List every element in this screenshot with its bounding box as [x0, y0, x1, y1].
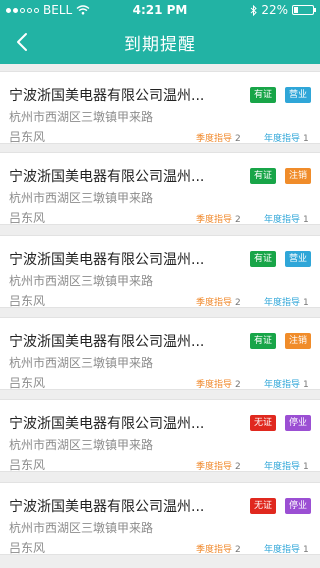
carrier-group: BELL [6, 3, 90, 17]
status-tag: 注销 [285, 333, 311, 349]
quarter-guidance: 季度指导 2 [196, 298, 241, 308]
license-tag: 无证 [250, 415, 276, 431]
license-tag: 有证 [250, 168, 276, 184]
battery-icon [292, 5, 316, 15]
company-address: 杭州市西湖区三墩镇甲来路 [9, 274, 154, 288]
battery-group: 22% [250, 3, 316, 17]
signal-icon [6, 7, 39, 13]
company-name: 宁波浙国美电器有限公司温州... [9, 252, 205, 268]
company-address: 杭州市西湖区三墩镇甲来路 [9, 521, 154, 535]
status-tag: 停业 [285, 415, 311, 431]
list-item[interactable]: 宁波浙国美电器有限公司温州... 无证 停业 杭州市西湖区三墩镇甲来路 吕东风 … [0, 399, 320, 472]
company-name: 宁波浙国美电器有限公司温州... [9, 499, 205, 515]
contact-person: 吕东风 [9, 294, 46, 308]
quarter-guidance: 季度指导 2 [196, 134, 241, 144]
status-tag: 营业 [285, 251, 311, 267]
status-tag: 注销 [285, 168, 311, 184]
company-name: 宁波浙国美电器有限公司温州... [9, 169, 205, 185]
page-title: 到期提醒 [124, 34, 196, 55]
year-guidance: 年度指导 1 [264, 298, 309, 308]
carrier-label: BELL [43, 3, 73, 17]
wifi-icon [76, 5, 90, 15]
contact-person: 吕东风 [9, 130, 46, 144]
contact-person: 吕东风 [9, 211, 46, 225]
license-tag: 无证 [250, 498, 276, 514]
battery-percent: 22% [261, 3, 288, 17]
contact-person: 吕东风 [9, 541, 46, 555]
contact-person: 吕东风 [9, 376, 46, 390]
status-bar: BELL 4:21 PM 22% [0, 0, 320, 20]
license-tag: 有证 [250, 251, 276, 267]
year-guidance: 年度指导 1 [264, 215, 309, 225]
chevron-left-icon [17, 33, 27, 51]
year-guidance: 年度指导 1 [264, 134, 309, 144]
list-item[interactable]: 宁波浙国美电器有限公司温州... 有证 注销 杭州市西湖区三墩镇甲来路 吕东风 … [0, 152, 320, 225]
company-address: 杭州市西湖区三墩镇甲来路 [9, 356, 154, 370]
license-tag: 有证 [250, 333, 276, 349]
license-tag: 有证 [250, 87, 276, 103]
quarter-guidance: 季度指导 2 [196, 215, 241, 225]
year-guidance: 年度指导 1 [264, 545, 309, 555]
quarter-guidance: 季度指导 2 [196, 380, 241, 390]
contact-person: 吕东风 [9, 458, 46, 472]
company-address: 杭州市西湖区三墩镇甲来路 [9, 191, 154, 205]
company-address: 杭州市西湖区三墩镇甲来路 [9, 438, 154, 452]
company-address: 杭州市西湖区三墩镇甲来路 [9, 110, 154, 124]
bluetooth-icon [250, 4, 258, 16]
nav-bar: 到期提醒 [0, 20, 320, 64]
list-item[interactable]: 宁波浙国美电器有限公司温州... 有证 注销 杭州市西湖区三墩镇甲来路 吕东风 … [0, 317, 320, 390]
company-name: 宁波浙国美电器有限公司温州... [9, 334, 205, 350]
quarter-guidance: 季度指导 2 [196, 545, 241, 555]
company-name: 宁波浙国美电器有限公司温州... [9, 88, 205, 104]
year-guidance: 年度指导 1 [264, 462, 309, 472]
list-item[interactable]: 宁波浙国美电器有限公司温州... 有证 营业 杭州市西湖区三墩镇甲来路 吕东风 … [0, 71, 320, 144]
list-item[interactable]: 宁波浙国美电器有限公司温州... 有证 营业 杭州市西湖区三墩镇甲来路 吕东风 … [0, 235, 320, 308]
reminder-list: 宁波浙国美电器有限公司温州... 有证 营业 杭州市西湖区三墩镇甲来路 吕东风 … [0, 64, 320, 568]
status-tag: 营业 [285, 87, 311, 103]
back-button[interactable] [6, 26, 38, 58]
year-guidance: 年度指导 1 [264, 380, 309, 390]
status-tag: 停业 [285, 498, 311, 514]
company-name: 宁波浙国美电器有限公司温州... [9, 416, 205, 432]
quarter-guidance: 季度指导 2 [196, 462, 241, 472]
list-item[interactable]: 宁波浙国美电器有限公司温州... 无证 停业 杭州市西湖区三墩镇甲来路 吕东风 … [0, 482, 320, 555]
